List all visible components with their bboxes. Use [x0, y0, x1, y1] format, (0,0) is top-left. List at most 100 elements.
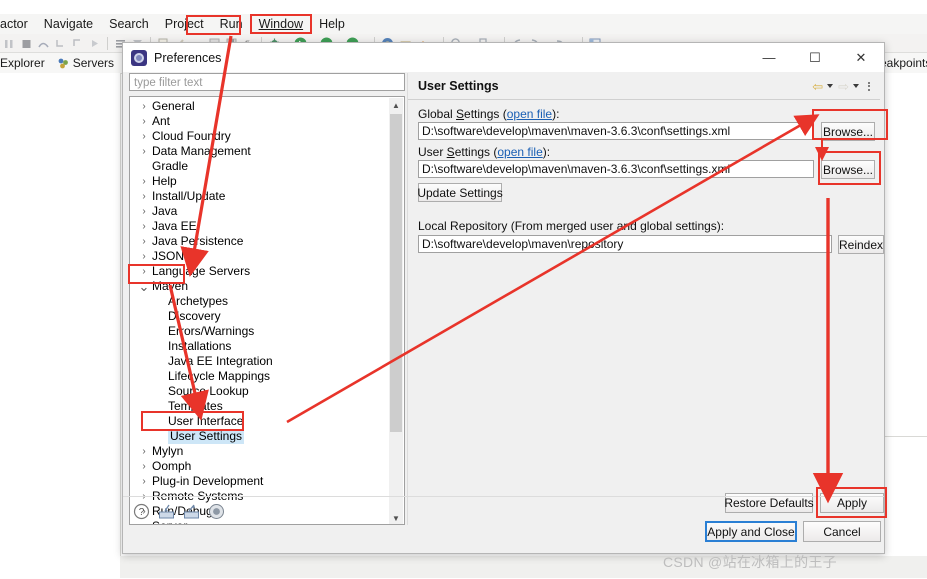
tree-item-mylyn[interactable]: › Mylyn: [130, 444, 391, 459]
global-settings-label-suffix: ):: [552, 107, 560, 121]
maximize-button[interactable]: ☐: [792, 43, 838, 72]
toolbar-icon-stop[interactable]: [19, 36, 34, 51]
chevron-right-icon[interactable]: ›: [136, 444, 152, 459]
export-preferences-icon[interactable]: [183, 503, 200, 520]
menu-item-project[interactable]: Project: [157, 15, 212, 33]
tree-item-cloud-foundry[interactable]: › Cloud Foundry: [130, 129, 391, 144]
menu-item-refactor[interactable]: actor: [0, 15, 36, 33]
pane-menu-icon[interactable]: [864, 79, 874, 93]
minimize-button[interactable]: —: [746, 43, 792, 72]
tree-item-lifecycle-mappings[interactable]: Lifecycle Mappings: [130, 369, 391, 384]
preferences-tree[interactable]: › General › Ant › Cloud Foundry › Data Manageme…: [129, 96, 405, 525]
menu-item-help[interactable]: Help: [311, 15, 353, 33]
menu-item-search[interactable]: Search: [101, 15, 157, 33]
toolbar-icon-resume[interactable]: [87, 36, 102, 51]
tree-item-help[interactable]: › Help: [130, 174, 391, 189]
user-settings-input[interactable]: D:\software\develop\maven\maven-3.6.3\co…: [418, 160, 814, 178]
chevron-right-icon[interactable]: ›: [136, 249, 152, 264]
chevron-right-icon[interactable]: ›: [136, 459, 152, 474]
menu-bar: actor Navigate Search Project Run Window…: [0, 14, 927, 34]
chevron-right-icon[interactable]: ›: [136, 129, 152, 144]
menu-item-run[interactable]: Run: [212, 15, 251, 33]
tree-item-data-management[interactable]: › Data Management: [130, 144, 391, 159]
local-repository-input[interactable]: D:\software\develop\maven\repository: [418, 235, 832, 253]
tree-item-java-ee[interactable]: › Java EE: [130, 219, 391, 234]
apply-and-close-button[interactable]: Apply and Close: [705, 521, 797, 542]
global-settings-label-mnemonic: S: [456, 107, 465, 121]
settings-pane: User Settings ⇦ ⇨ Global Settings (open …: [407, 73, 884, 525]
toolbar-icon-pause[interactable]: [2, 36, 17, 51]
view-tab-breakpoints[interactable]: eakpoints: [880, 53, 927, 73]
tree-item-label: JSON: [152, 249, 185, 263]
back-dropdown-icon[interactable]: [826, 79, 835, 93]
user-settings-open-file-link[interactable]: open file: [497, 145, 542, 159]
pane-header: User Settings ⇦ ⇨: [408, 73, 880, 100]
tree-item-label: Java: [152, 204, 178, 218]
close-button[interactable]: ✕: [838, 43, 884, 72]
tree-item-user-settings[interactable]: User Settings: [130, 429, 391, 444]
chevron-right-icon[interactable]: ›: [136, 234, 152, 249]
cancel-button[interactable]: Cancel: [803, 521, 881, 542]
chevron-right-icon[interactable]: ›: [136, 144, 152, 159]
tree-item-general[interactable]: › General: [130, 99, 391, 114]
tree-item-user-interface[interactable]: User Interface: [130, 414, 391, 429]
tree-item-maven[interactable]: ⌄ Maven: [130, 279, 391, 294]
servers-icon: [57, 56, 69, 70]
back-icon[interactable]: ⇦: [812, 80, 823, 93]
reindex-button[interactable]: Reindex: [838, 235, 884, 254]
chevron-right-icon[interactable]: ›: [136, 474, 152, 489]
tree-item-installations[interactable]: Installations: [130, 339, 391, 354]
forward-icon[interactable]: ⇨: [838, 80, 849, 93]
forward-dropdown-icon[interactable]: [852, 79, 861, 93]
tree-item-label: Mylyn: [152, 444, 184, 458]
view-tab-servers[interactable]: Servers: [51, 56, 120, 70]
tree-item-json[interactable]: › JSON: [130, 249, 391, 264]
scrollbar-thumb[interactable]: [390, 114, 402, 432]
tree-item-discovery[interactable]: Discovery: [130, 309, 391, 324]
tree-scrollbar[interactable]: ▲ ▼: [389, 98, 403, 524]
tree-item-language-servers[interactable]: › Language Servers: [130, 264, 391, 279]
global-settings-label: Global Settings (open file):: [418, 107, 559, 121]
chevron-right-icon[interactable]: ›: [136, 204, 152, 219]
tree-item-label: Java Persistence: [152, 234, 244, 248]
user-settings-label-rest: ettings (: [454, 145, 498, 159]
global-settings-open-file-link[interactable]: open file: [507, 107, 552, 121]
chevron-down-icon[interactable]: ⌄: [136, 280, 152, 293]
scroll-up-icon[interactable]: ▲: [389, 98, 403, 112]
chevron-right-icon[interactable]: ›: [136, 219, 152, 234]
chevron-right-icon[interactable]: ›: [136, 174, 152, 189]
record-icon[interactable]: [208, 503, 225, 520]
tree-item-gradle[interactable]: Gradle: [130, 159, 391, 174]
global-settings-browse-button[interactable]: Browse...: [821, 122, 875, 141]
chevron-right-icon[interactable]: ›: [136, 99, 152, 114]
tree-item-java-ee-integration[interactable]: Java EE Integration: [130, 354, 391, 369]
filter-input[interactable]: type filter text: [129, 73, 405, 91]
user-settings-browse-button[interactable]: Browse...: [821, 160, 875, 179]
global-settings-input[interactable]: D:\software\develop\maven\maven-3.6.3\co…: [418, 122, 814, 140]
view-tab-explorer[interactable]: Explorer: [0, 56, 51, 70]
help-icon[interactable]: ?: [133, 503, 150, 520]
import-preferences-icon[interactable]: [158, 503, 175, 520]
tree-item-plug-in-development[interactable]: › Plug-in Development: [130, 474, 391, 489]
menu-item-navigate[interactable]: Navigate: [36, 15, 101, 33]
tree-item-archetypes[interactable]: Archetypes: [130, 294, 391, 309]
global-settings-label-rest: ettings (: [464, 107, 507, 121]
toolbar-separator: [107, 36, 108, 50]
toolbar-icon-step-into[interactable]: [53, 36, 68, 51]
tree-item-install-update[interactable]: › Install/Update: [130, 189, 391, 204]
tree-item-java-persistence[interactable]: › Java Persistence: [130, 234, 391, 249]
tree-item-java[interactable]: › Java: [130, 204, 391, 219]
user-settings-label: User Settings (open file):: [418, 145, 550, 159]
toolbar-icon-step-return[interactable]: [70, 36, 85, 51]
toolbar-icon-step-over[interactable]: [36, 36, 51, 51]
tree-item-templates[interactable]: Templates: [130, 399, 391, 414]
chevron-right-icon[interactable]: ›: [136, 264, 152, 279]
update-settings-button[interactable]: Update Settings: [417, 183, 503, 202]
tree-item-oomph[interactable]: › Oomph: [130, 459, 391, 474]
tree-item-ant[interactable]: › Ant: [130, 114, 391, 129]
chevron-right-icon[interactable]: ›: [136, 114, 152, 129]
menu-item-window[interactable]: Window: [249, 14, 313, 34]
chevron-right-icon[interactable]: ›: [136, 189, 152, 204]
tree-item-source-lookup[interactable]: Source Lookup: [130, 384, 391, 399]
tree-item-errors-warnings[interactable]: Errors/Warnings: [130, 324, 391, 339]
